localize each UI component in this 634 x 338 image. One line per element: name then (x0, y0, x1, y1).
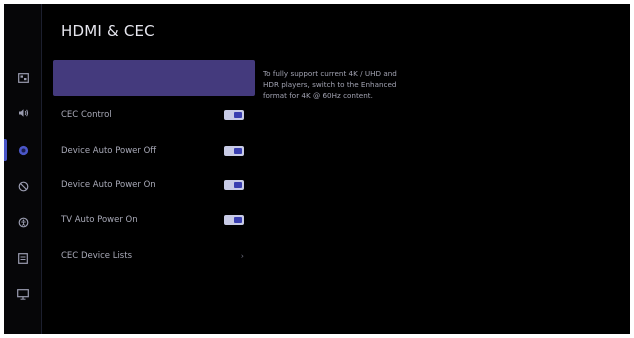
menu-item-device-auto-power-on[interactable]: Device Auto Power On (53, 168, 255, 202)
cec-control-toggle[interactable] (224, 110, 244, 120)
menu-item-label: Device Auto Power On (61, 180, 156, 190)
rail-item-sound[interactable] (4, 98, 42, 128)
menu-item-cec-control[interactable]: CEC Control (53, 98, 255, 132)
menu-item-tv-auto-power-on[interactable]: TV Auto Power On (53, 203, 255, 237)
accessibility-icon (18, 217, 28, 227)
toggle-knob (234, 112, 242, 118)
rail-item-network[interactable] (4, 171, 42, 201)
menu-item-label: TV Auto Power On (61, 215, 138, 225)
tv-auto-power-on-toggle[interactable] (224, 215, 244, 225)
sound-icon (18, 109, 28, 117)
tv-settings-screen: HDMI & CEC CEC Control Device Auto Power… (4, 4, 630, 334)
side-rail (4, 4, 42, 334)
picture-icon (17, 73, 29, 83)
rail-item-channel[interactable] (4, 135, 42, 165)
menu-item-label: CEC Device Lists (61, 251, 133, 261)
menu-item-label: Device Auto Power Off (61, 146, 157, 156)
rail-item-system[interactable] (4, 243, 42, 273)
channel-icon (18, 145, 28, 155)
rail-item-picture[interactable] (4, 63, 42, 93)
menu-item-label: CEC Control (61, 110, 112, 120)
rail-item-support[interactable] (4, 279, 42, 309)
device-auto-power-off-toggle[interactable] (224, 146, 244, 156)
toggle-knob (234, 182, 242, 188)
menu-item-cec-device-lists[interactable]: CEC Device Lists › (53, 239, 255, 273)
help-description: To fully support current 4K / UHD and HD… (263, 69, 397, 100)
network-icon (18, 181, 28, 191)
menu-item-hdmi-signal-format[interactable] (53, 60, 255, 96)
toggle-knob (234, 217, 242, 223)
system-icon (18, 252, 28, 264)
rail-item-accessibility[interactable] (4, 207, 42, 237)
chevron-right-icon: › (240, 251, 244, 261)
device-auto-power-on-toggle[interactable] (224, 180, 244, 190)
support-icon (17, 288, 29, 300)
toggle-knob (234, 148, 242, 154)
menu-item-device-auto-power-off[interactable]: Device Auto Power Off (53, 134, 255, 168)
page-title: HDMI & CEC (61, 22, 155, 40)
